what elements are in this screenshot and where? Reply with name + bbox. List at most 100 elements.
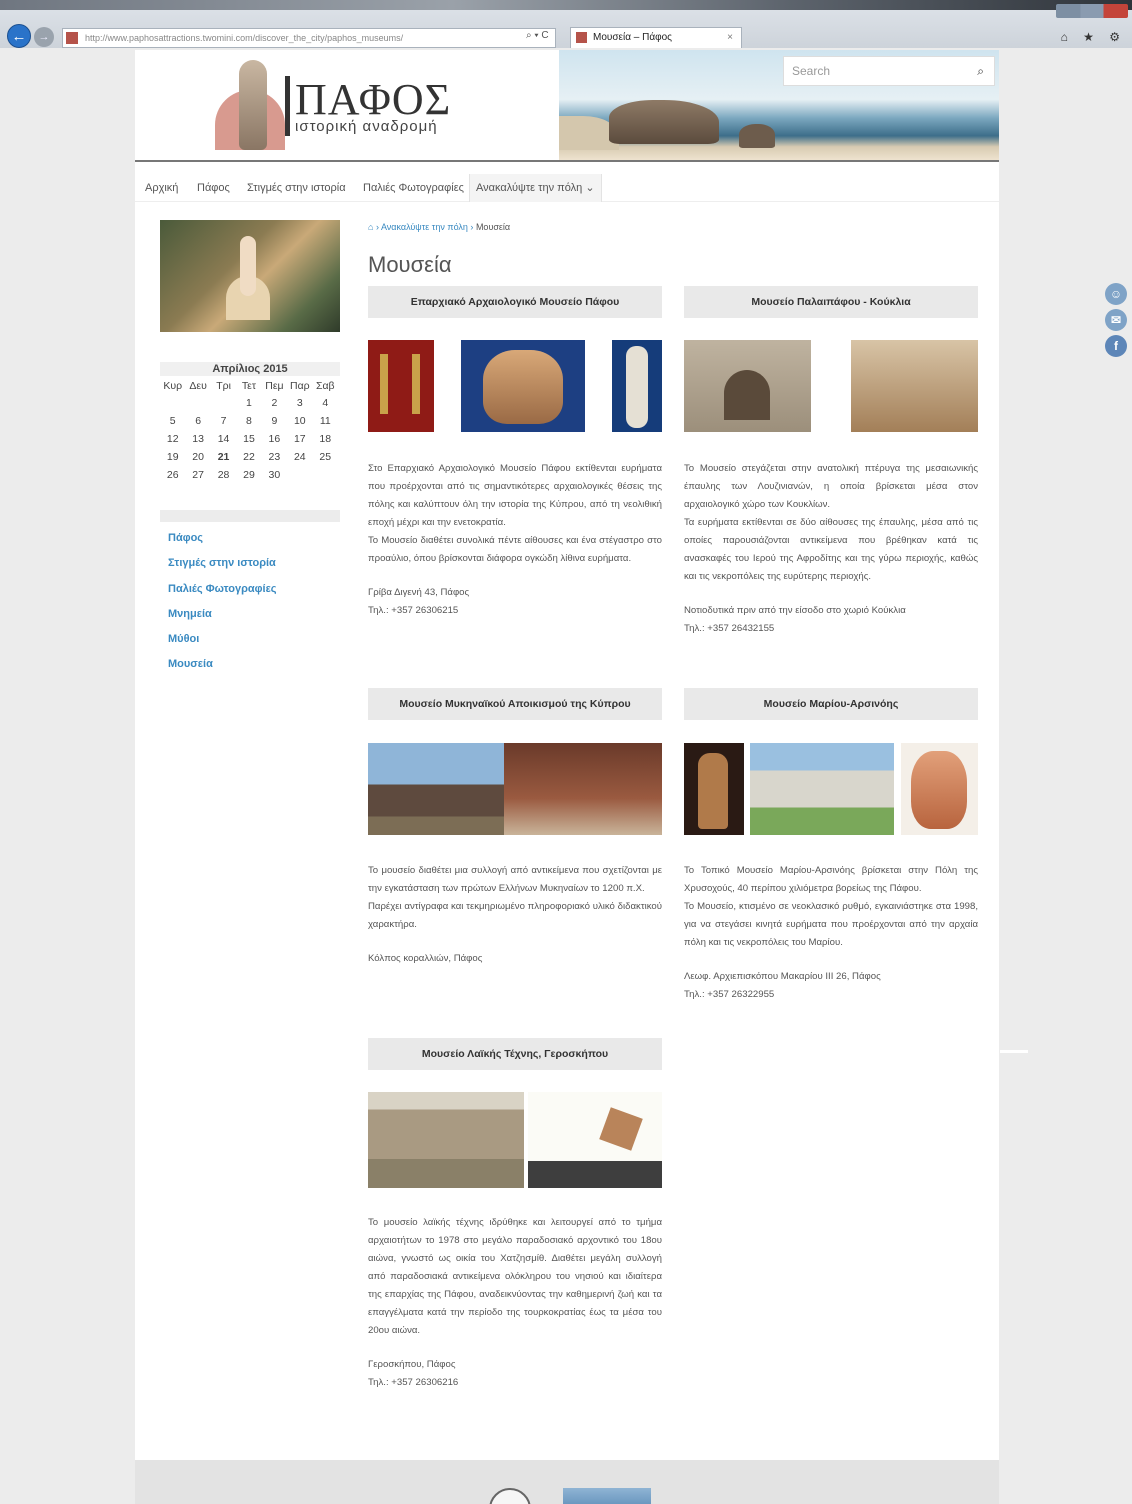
calendar-day: 29 (243, 469, 255, 481)
calendar-title: Απρίλιος 2015 (160, 362, 340, 376)
sidebar-venus-painting (160, 220, 340, 332)
neoclassical-building-photo (750, 743, 894, 835)
back-button[interactable]: ← (7, 24, 31, 48)
sidebar-item-paphos[interactable]: Πάφος (168, 532, 203, 544)
address-tools[interactable]: ⌕ ▾ C (526, 30, 549, 41)
breadcrumb-current: Μουσεία (475, 222, 511, 232)
nav-old-photos[interactable]: Παλιές Φωτογραφίες (357, 174, 470, 202)
calendar-day: 19 (166, 451, 179, 463)
paragraph: Το μουσείο διαθέτει μια συλλογή από αντι… (368, 865, 662, 894)
weekday: Τετ (241, 380, 257, 392)
seated-statue-photo (684, 743, 744, 835)
page-title: Μουσεία (368, 252, 452, 277)
search-placeholder: Search (792, 64, 831, 78)
calendar-day: 27 (192, 469, 204, 481)
museum-title: Μουσείο Παλαιπάφου - Κούκλια (684, 286, 978, 318)
calendar-table: Κυρ Δευ Τρι Τετ Πεμ Παρ Σαβ 1 2 3 4 5 6 … (160, 378, 338, 484)
museum-title: Μουσείο Μυκηναϊκού Αποικισμού της Κύπρου (368, 688, 662, 720)
calendar-day: 25 (319, 451, 332, 463)
weekday: Πεμ (265, 380, 284, 392)
museum-description: Στο Επαρχιακό Αρχαιολογικό Μουσείο Πάφου… (368, 460, 662, 620)
museum-title: Μουσείο Λαϊκής Τέχνης, Γεροσκήπου (368, 1038, 662, 1070)
calendar-day: 14 (217, 433, 230, 445)
calendar-day: 20 (192, 451, 204, 463)
mycenaean-interior-photo (504, 743, 662, 835)
koukla-arch-photo (684, 340, 811, 432)
browser-tab[interactable]: Μουσεία – Πάφος × (570, 27, 742, 48)
nav-history[interactable]: Στιγμές στην ιστορία (241, 174, 352, 202)
mail-icon[interactable]: ✉ (1105, 309, 1127, 331)
paragraph: Στο Επαρχιακό Αρχαιολογικό Μουσείο Πάφου… (368, 463, 662, 528)
page: ΠΑΦΟΣ ιστορική αναδρομή Search ⌕ Αρχική … (135, 50, 999, 1460)
paragraph: Το Τοπικό Μουσείο Μαρίου-Αρσινόης βρίσκε… (684, 865, 978, 894)
window-titlebar (0, 0, 1132, 10)
paragraph: Το Μουσείο διαθέτει συνολικά πέντε αίθου… (368, 535, 662, 564)
folk-art-interior-photo (528, 1092, 662, 1188)
calendar-day: 10 (293, 415, 306, 427)
museum-description: Το Μουσείο στεγάζεται στην ανατολική πτέ… (684, 460, 978, 638)
person-icon[interactable]: ☺ (1105, 283, 1127, 305)
facebook-icon[interactable]: f (1105, 335, 1127, 357)
search-icon[interactable]: ⌕ (977, 57, 984, 85)
browser-chrome: ← → http://www.paphosattractions.twomini… (0, 0, 1132, 48)
address-bar[interactable]: http://www.paphosattractions.twomini.com… (62, 28, 556, 48)
calendar-day (185, 394, 210, 412)
calendar-day: 11 (319, 415, 331, 427)
weekday: Σαβ (315, 380, 335, 392)
weekday: Τρι (216, 380, 231, 392)
museum-address: Κόλπος κοραλλιών, Πάφος (368, 953, 483, 964)
calendar-day (287, 466, 312, 484)
main-nav: Αρχική Πάφος Στιγμές στην ιστορία Παλιές… (135, 174, 999, 202)
home-icon[interactable]: ⌂ (368, 222, 373, 232)
forward-button[interactable]: → (34, 27, 54, 47)
breadcrumb-separator: › (375, 222, 379, 232)
browser-toolbar-icons[interactable]: ⌂ ★ ⚙ (1061, 30, 1126, 44)
weekday: Παρ (290, 380, 310, 392)
calendar-day: 15 (243, 433, 255, 445)
breadcrumb-parent[interactable]: Ανακαλύψτε την πόλη (381, 222, 468, 232)
close-tab-icon[interactable]: × (727, 28, 733, 48)
calendar-day: 24 (293, 451, 306, 463)
nav-home[interactable]: Αρχική (139, 174, 184, 202)
calendar-day: 23 (268, 451, 281, 463)
calendar-day: 18 (319, 433, 332, 445)
calendar-day: 30 (268, 469, 281, 481)
calendar-day: 3 (296, 397, 303, 409)
search-input[interactable]: Search ⌕ (783, 56, 995, 86)
calendar-day: 8 (246, 415, 252, 427)
museum-description: Το μουσείο λαϊκής τέχνης ιδρύθηκε και λε… (368, 1214, 662, 1392)
sidebar-item-myths[interactable]: Μύθοι (168, 633, 199, 645)
window-controls[interactable] (1056, 4, 1128, 18)
calendar-day: 1 (246, 397, 252, 409)
sidebar-item-monuments[interactable]: Μνημεία (168, 608, 212, 620)
calendar-day: 17 (293, 433, 306, 445)
municipality-seal-icon[interactable] (489, 1488, 531, 1504)
weekday: Δευ (189, 380, 207, 392)
calendar-day: 4 (322, 397, 329, 409)
nav-discover[interactable]: Ανακαλύψτε την πόλη ⌄ (469, 174, 602, 202)
calendar-day: 5 (169, 415, 176, 427)
sidebar-item-old-photos[interactable]: Παλιές Φωτογραφίες (168, 583, 277, 595)
partner-logo[interactable] (563, 1488, 651, 1504)
paragraph: Παρέχει αντίγραφα και τεκμηριωμένο πληρο… (368, 901, 662, 930)
mycenaean-exterior-photo (368, 743, 504, 835)
museum-address: Γεροσκήπου, Πάφος (368, 1359, 456, 1370)
sidebar-item-museums[interactable]: Μουσεία (168, 658, 213, 670)
logo-bar (285, 76, 290, 136)
calendar-day: 22 (243, 451, 255, 463)
sidebar-divider (160, 510, 340, 522)
calendar-day: 13 (192, 433, 204, 445)
logo-statue-icon[interactable] (215, 60, 285, 150)
site-favicon-icon (66, 32, 78, 44)
calendar-widget: Απρίλιος 2015 Κυρ Δευ Τρι Τετ Πεμ Παρ Σα… (160, 362, 340, 484)
calendar-day: 12 (166, 433, 179, 445)
calendar-day: 9 (271, 415, 278, 427)
museum-title: Επαρχιακό Αρχαιολογικό Μουσείο Πάφου (368, 286, 662, 318)
museum-description: Το Τοπικό Μουσείο Μαρίου-Αρσινόης βρίσκε… (684, 862, 978, 1004)
sidebar-item-history[interactable]: Στιγμές στην ιστορία (168, 557, 276, 569)
museum-address: Γρίβα Διγενή 43, Πάφος (368, 587, 470, 598)
calendar-day: 6 (195, 415, 202, 427)
nav-paphos[interactable]: Πάφος (191, 174, 236, 202)
calendar-day: 16 (268, 433, 281, 445)
folk-art-courtyard-photo (368, 1092, 524, 1188)
